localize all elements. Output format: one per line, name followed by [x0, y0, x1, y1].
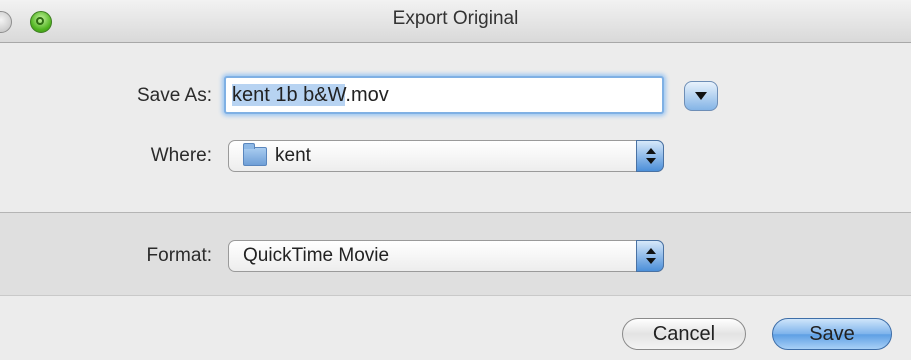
cancel-button[interactable]: Cancel	[622, 318, 746, 350]
expand-browser-button[interactable]	[684, 81, 718, 111]
format-value: QuickTime Movie	[243, 245, 390, 266]
format-popup[interactable]: QuickTime Movie	[228, 240, 664, 272]
format-popup-arrows-icon	[636, 240, 664, 272]
save-as-label: Save As:	[137, 85, 212, 106]
where-popup[interactable]: kent	[228, 140, 664, 172]
window-title: Export Original	[392, 8, 519, 29]
where-label: Where:	[150, 145, 212, 166]
where-value: kent	[275, 145, 311, 166]
filename-selection: kent 1b b&W	[232, 84, 346, 106]
filename-extension: .mov	[345, 84, 389, 106]
folder-icon	[243, 143, 267, 166]
save-button[interactable]: Save	[772, 318, 892, 350]
format-accessory-panel: Format: QuickTime Movie	[0, 212, 911, 296]
where-popup-arrows-icon	[636, 140, 664, 172]
title-bar: Export Original	[0, 0, 911, 43]
format-label: Format:	[146, 245, 212, 266]
save-as-field[interactable]: kent 1b b&W.mov	[224, 76, 664, 114]
